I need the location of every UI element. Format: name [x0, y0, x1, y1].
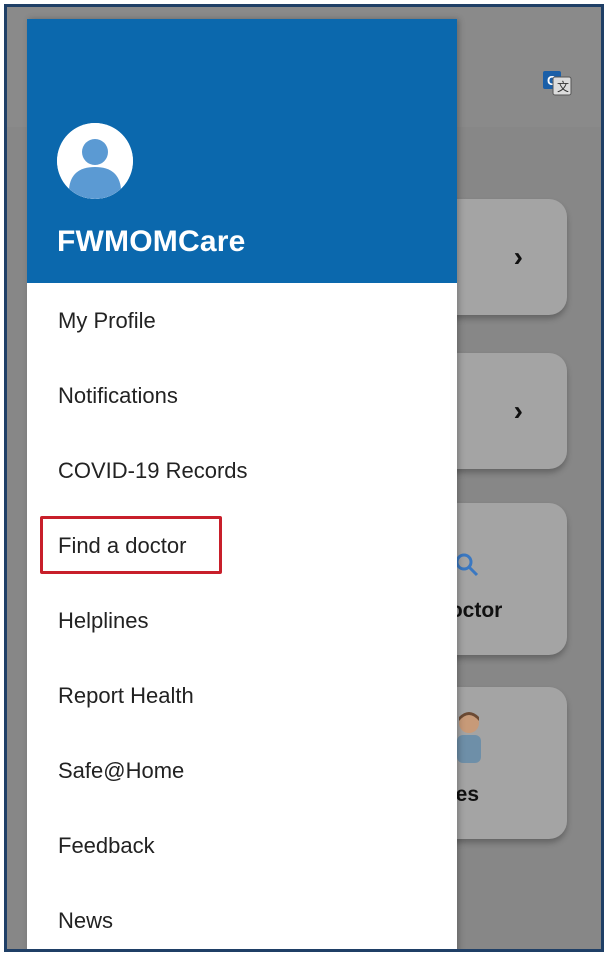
menu-item-safe-at-home[interactable]: Safe@Home [27, 733, 457, 808]
avatar[interactable] [57, 123, 133, 199]
menu-item-helplines[interactable]: Helplines [27, 583, 457, 658]
chevron-right-icon: › [513, 241, 523, 272]
screenshot-frame: G 文 › › doctor ines FWMOMCare My Profile… [4, 4, 604, 952]
menu-item-covid-records[interactable]: COVID-19 Records [27, 433, 457, 508]
menu-item-feedback[interactable]: Feedback [27, 808, 457, 883]
navigation-drawer: FWMOMCare My Profile Notifications COVID… [27, 19, 457, 949]
menu-item-news[interactable]: News [27, 883, 457, 949]
app-name: FWMOMCare [57, 225, 246, 258]
drawer-menu: My Profile Notifications COVID-19 Record… [27, 283, 457, 949]
svg-text:文: 文 [557, 79, 569, 94]
drawer-header: FWMOMCare [27, 19, 457, 283]
translate-icon[interactable]: G 文 [541, 67, 573, 99]
menu-item-notifications[interactable]: Notifications [27, 358, 457, 433]
search-icon [455, 553, 479, 577]
chevron-right-icon: › [513, 395, 523, 426]
menu-item-find-a-doctor[interactable]: Find a doctor [27, 508, 457, 583]
menu-item-report-health[interactable]: Report Health [27, 658, 457, 733]
user-avatar-icon [57, 123, 133, 199]
menu-item-my-profile[interactable]: My Profile [27, 283, 457, 358]
